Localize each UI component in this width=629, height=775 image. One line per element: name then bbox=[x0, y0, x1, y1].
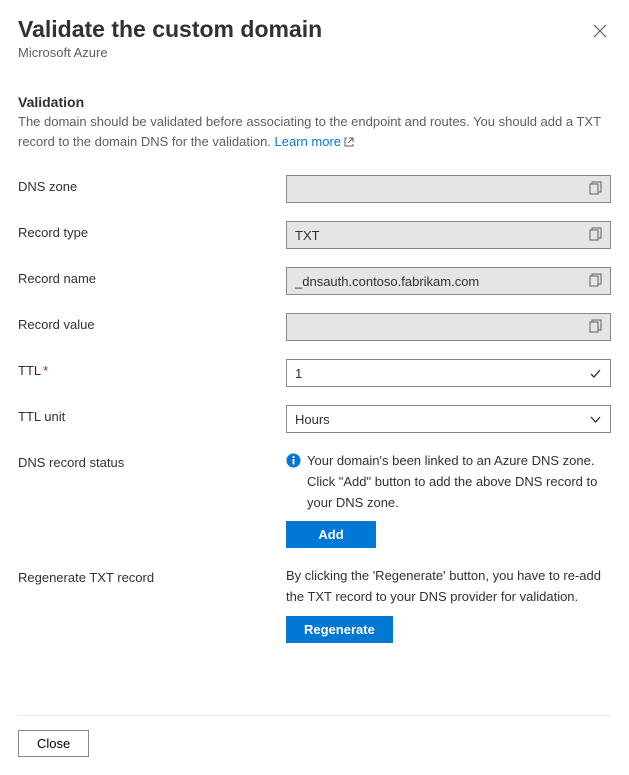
dns-zone-field bbox=[286, 175, 611, 203]
panel-title: Validate the custom domain bbox=[18, 16, 322, 43]
record-name-field: _dnsauth.contoso.fabrikam.com bbox=[286, 267, 611, 295]
regenerate-button[interactable]: Regenerate bbox=[286, 616, 393, 643]
record-type-value: TXT bbox=[295, 228, 320, 243]
info-icon bbox=[286, 453, 301, 468]
check-icon bbox=[589, 367, 602, 380]
copy-icon bbox=[589, 227, 602, 241]
copy-record-value-button[interactable] bbox=[587, 317, 604, 338]
copy-record-type-button[interactable] bbox=[587, 225, 604, 246]
close-button-top[interactable] bbox=[589, 20, 611, 45]
record-name-label: Record name bbox=[18, 267, 286, 286]
ttl-unit-select[interactable]: Hours bbox=[286, 405, 611, 433]
ttl-unit-label: TTL unit bbox=[18, 405, 286, 424]
copy-icon bbox=[589, 319, 602, 333]
dns-status-message: Your domain's been linked to an Azure DN… bbox=[307, 451, 611, 513]
ttl-value: 1 bbox=[295, 366, 302, 381]
close-icon bbox=[593, 24, 607, 38]
ttl-label: TTL* bbox=[18, 359, 286, 378]
copy-record-name-button[interactable] bbox=[587, 271, 604, 292]
add-button[interactable]: Add bbox=[286, 521, 376, 548]
copy-dns-zone-button[interactable] bbox=[587, 179, 604, 200]
copy-icon bbox=[589, 181, 602, 195]
regenerate-label: Regenerate TXT record bbox=[18, 566, 286, 585]
dns-status-label: DNS record status bbox=[18, 451, 286, 470]
dns-zone-label: DNS zone bbox=[18, 175, 286, 194]
validation-heading: Validation bbox=[18, 94, 611, 110]
close-button-bottom[interactable]: Close bbox=[18, 730, 89, 757]
learn-more-text: Learn more bbox=[275, 134, 341, 149]
record-type-label: Record type bbox=[18, 221, 286, 240]
copy-icon bbox=[589, 273, 602, 287]
ttl-select[interactable]: 1 bbox=[286, 359, 611, 387]
record-type-field: TXT bbox=[286, 221, 611, 249]
chevron-down-icon bbox=[589, 413, 602, 426]
learn-more-link[interactable]: Learn more bbox=[275, 134, 355, 149]
record-value-label: Record value bbox=[18, 313, 286, 332]
panel-footer: Close bbox=[18, 703, 611, 757]
regenerate-message: By clicking the 'Regenerate' button, you… bbox=[286, 566, 611, 608]
validation-description: The domain should be validated before as… bbox=[18, 112, 611, 151]
required-indicator: * bbox=[43, 363, 48, 378]
external-link-icon bbox=[343, 136, 355, 148]
ttl-unit-value: Hours bbox=[295, 412, 330, 427]
panel-subtitle: Microsoft Azure bbox=[18, 45, 322, 60]
record-value-field bbox=[286, 313, 611, 341]
divider bbox=[18, 715, 611, 716]
record-name-value: _dnsauth.contoso.fabrikam.com bbox=[295, 274, 479, 289]
